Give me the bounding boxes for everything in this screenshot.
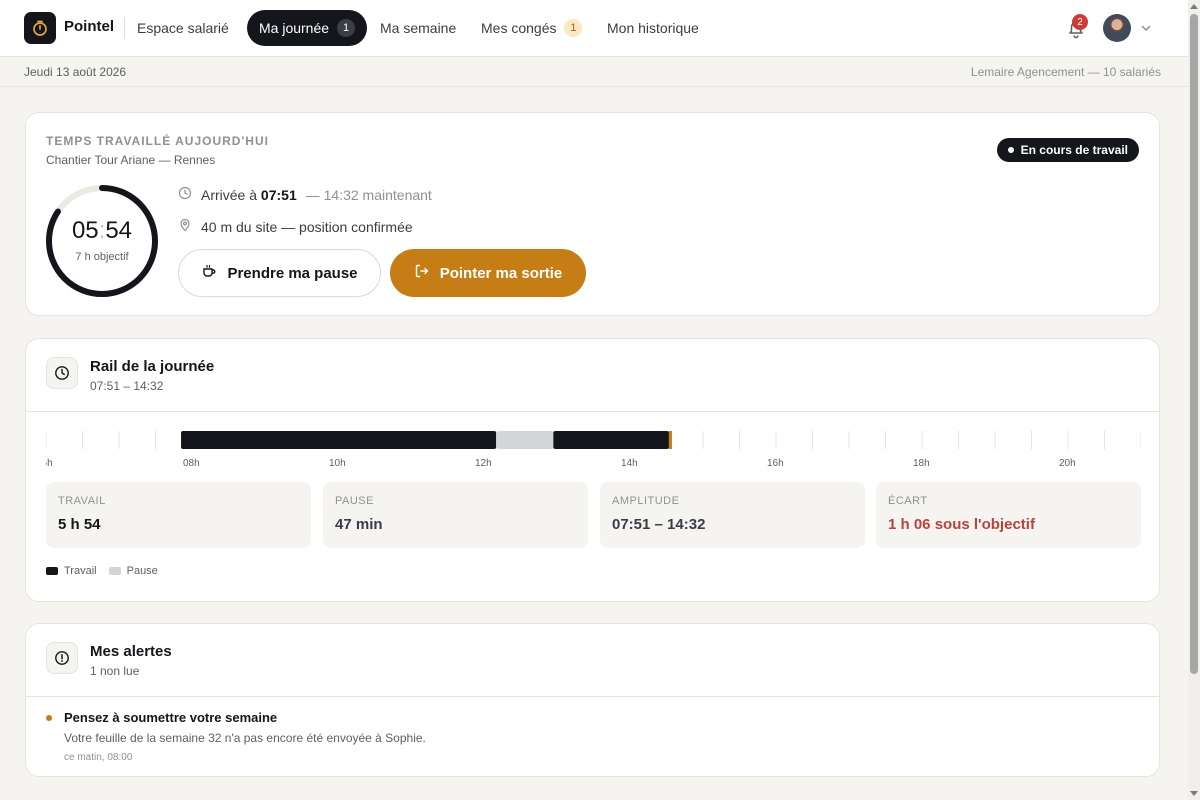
nav-label: Ma semaine [380, 20, 457, 36]
chevron-down-icon[interactable] [1140, 21, 1152, 39]
stat-gap: ÉCART 1 h 06 sous l'objectif [876, 482, 1141, 548]
axis-label: 06h [46, 458, 53, 469]
nav-ma-semaine[interactable]: Ma semaine [368, 10, 468, 46]
axis-label: 10h [329, 458, 346, 469]
notification-count-badge: 2 [1072, 14, 1088, 30]
site-name: Chantier Tour Ariane — Rennes [46, 153, 216, 167]
status-dot [1007, 147, 1014, 153]
exit-icon [414, 263, 430, 283]
axis-label: 12h [475, 458, 492, 469]
alerts-card: Mes alertes 1 non lue Pensez à soumettre… [25, 623, 1160, 777]
status-badge: En cours de travail [996, 138, 1139, 162]
today-time-card: TEMPS TRAVAILLÉ AUJOURD'HUI Chantier Tou… [25, 112, 1160, 316]
now-marker [668, 431, 672, 449]
time-range: 07:51 – 14:32 [90, 379, 164, 393]
arrival-time: 07:51 [260, 186, 297, 203]
divider [26, 411, 1159, 412]
alert-circle-icon [46, 642, 78, 674]
stat-value: 5 h 54 [58, 516, 101, 533]
goal-label: 7 h objectif [75, 251, 129, 263]
brand-name: Pointel [64, 18, 115, 35]
nav-espace-salarie[interactable]: Espace salarié [125, 10, 241, 46]
location-pin-icon [178, 218, 192, 235]
location-row: 40 m du site — position confirmée [178, 218, 413, 235]
legend-work: Travail [46, 565, 97, 577]
unread-dot [46, 715, 52, 721]
current-time: — 14:32 maintenant [305, 186, 432, 203]
stat-label: AMPLITUDE [612, 495, 680, 507]
alert-timestamp: ce matin, 08:00 [64, 752, 133, 763]
scrollbar-thumb[interactable] [1190, 14, 1198, 674]
stat-label: PAUSE [335, 495, 374, 507]
clock-icon [46, 357, 78, 389]
axis-label: 14h [621, 458, 638, 469]
stat-value: 1 h 06 sous l'objectif [888, 516, 1035, 533]
nav-count-badge: 1 [564, 19, 583, 37]
nav-label: Ma journée [259, 20, 330, 36]
nav-ma-journee[interactable]: Ma journée 1 [247, 10, 368, 46]
pause-segment [496, 431, 554, 449]
top-navigation-bar: Pointel Espace salarié Ma journée 1 Ma s… [0, 0, 1188, 57]
elapsed-time: 05:54 [44, 217, 160, 245]
elapsed-minutes: 54 [105, 217, 133, 244]
arrival-prefix: Arrivée à [201, 186, 258, 203]
day-timeline-card: Rail de la journée 07:51 – 14:32 06h 08h 1… [25, 338, 1160, 602]
axis-label: 18h [913, 458, 930, 469]
stat-value: 47 min [335, 516, 383, 533]
elapsed-hours: 05 [71, 217, 99, 244]
stat-label: TRAVAIL [58, 495, 106, 507]
nav-count-badge: 1 [337, 19, 356, 37]
location-status: 40 m du site — position confirmée [201, 218, 413, 235]
legend-label: Pause [126, 565, 158, 577]
button-label: Pointer ma sortie [439, 264, 563, 282]
timeline-legend: Travail Pause [46, 565, 158, 577]
card-title: Mes alertes [90, 643, 172, 660]
context-bar: Jeudi 13 août 2026 Lemaire Agencement — … [0, 57, 1188, 87]
stopwatch-logo-icon[interactable] [24, 12, 56, 44]
stat-worked: TRAVAIL 5 h 54 [46, 482, 311, 548]
scroll-up-arrow-icon[interactable] [1188, 0, 1200, 12]
nav-label: Espace salarié [137, 20, 229, 36]
work-segment [181, 431, 497, 449]
arrival-row: Arrivée à 07:51 — 14:32 maintenant [178, 186, 432, 203]
avatar[interactable] [1103, 14, 1131, 42]
axis-label: 16h [767, 458, 784, 469]
card-kicker: TEMPS TRAVAILLÉ AUJOURD'HUI [46, 134, 269, 148]
vertical-scrollbar[interactable] [1188, 0, 1200, 800]
card-title: Rail de la journée [90, 358, 215, 375]
nav-label: Mon historique [607, 20, 699, 36]
alert-title: Pensez à soumettre votre semaine [64, 710, 278, 725]
stat-amplitude: AMPLITUDE 07:51 – 14:32 [600, 482, 865, 548]
status-label: En cours de travail [1020, 143, 1128, 157]
nav-label: Mes congés [481, 20, 557, 36]
work-segment [553, 431, 669, 449]
clock-icon [178, 186, 192, 203]
scroll-down-arrow-icon[interactable] [1188, 788, 1200, 800]
axis-label: 20h [1059, 458, 1076, 469]
alert-body: Votre feuille de la semaine 32 n'a pas e… [64, 731, 426, 745]
axis-label: 08h [183, 458, 200, 469]
nav-mon-historique[interactable]: Mon historique [595, 10, 711, 46]
timeline-rail: 06h 08h 10h 12h 14h 16h 18h 20h [46, 431, 1141, 469]
organization-info: Lemaire Agencement — 10 salariés [970, 65, 1161, 79]
stat-value: 07:51 – 14:32 [612, 516, 706, 533]
legend-label: Travail [64, 565, 97, 577]
nav-mes-conges[interactable]: Mes congés 1 [469, 10, 594, 46]
coffee-cup-icon [201, 263, 217, 283]
stat-label: ÉCART [888, 495, 928, 507]
clock-out-button[interactable]: Pointer ma sortie [390, 249, 586, 297]
button-label: Prendre ma pause [227, 264, 358, 282]
current-date: Jeudi 13 août 2026 [24, 65, 127, 79]
take-break-button[interactable]: Prendre ma pause [178, 249, 381, 297]
stat-break: PAUSE 47 min [323, 482, 588, 548]
legend-pause: Pause [108, 565, 158, 577]
divider [26, 696, 1159, 697]
unread-count: 1 non lue [90, 664, 140, 678]
